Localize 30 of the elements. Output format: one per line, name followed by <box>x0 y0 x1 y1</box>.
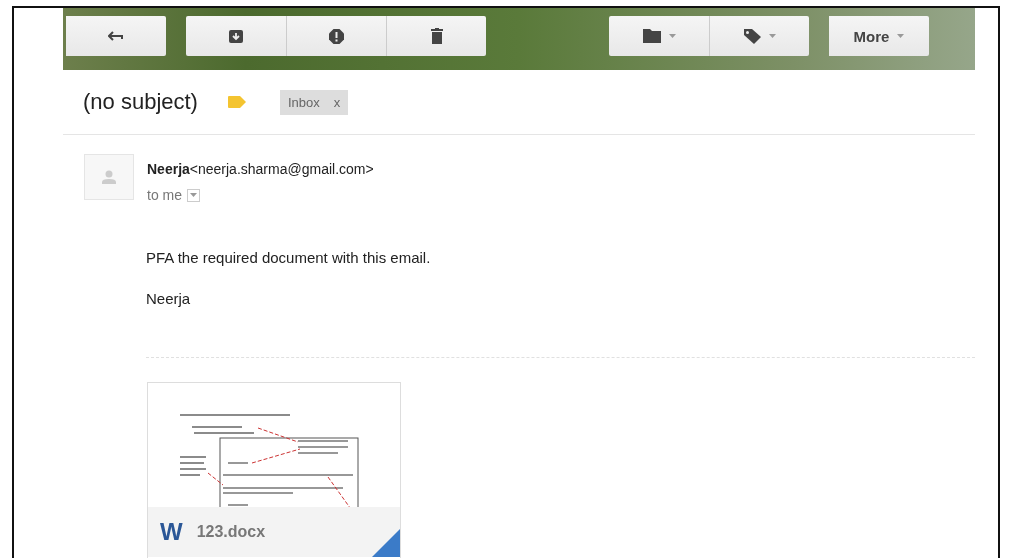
details-dropdown[interactable] <box>187 188 200 202</box>
recipient-text: to me <box>147 187 182 203</box>
spam-button[interactable] <box>286 16 386 56</box>
attachment-card[interactable]: W 123.docx <box>147 382 401 558</box>
remove-label-button[interactable]: x <box>333 94 341 110</box>
word-file-icon: W <box>160 518 183 546</box>
folder-icon <box>642 29 661 43</box>
caret-icon <box>190 193 197 197</box>
sender-address: Neerja<neerja.sharma@gmail.com> <box>147 161 374 177</box>
trash-icon <box>430 28 443 44</box>
reply-icon <box>108 30 124 42</box>
caret-icon <box>768 34 776 38</box>
importance-marker-icon[interactable] <box>227 96 246 108</box>
folder-button[interactable] <box>609 16 709 56</box>
exclamation-icon <box>329 28 344 44</box>
archive-button[interactable] <box>186 16 286 56</box>
delete-button[interactable] <box>386 16 486 56</box>
caret-icon <box>897 34 905 38</box>
person-icon <box>102 170 116 184</box>
attachment-filename: 123.docx <box>196 523 266 541</box>
tag-button[interactable] <box>709 16 809 56</box>
archive-icon <box>229 29 243 43</box>
message-text: Neerja <box>146 290 192 307</box>
more-button[interactable]: More <box>829 16 929 56</box>
subject-heading: (no subject) <box>83 89 198 115</box>
caret-icon <box>668 34 676 38</box>
message-text: PFA the required document with this email. <box>146 249 432 266</box>
label-chip[interactable]: Inbox x <box>279 89 349 115</box>
tag-icon <box>743 28 761 44</box>
corner-fold-icon <box>372 529 400 557</box>
